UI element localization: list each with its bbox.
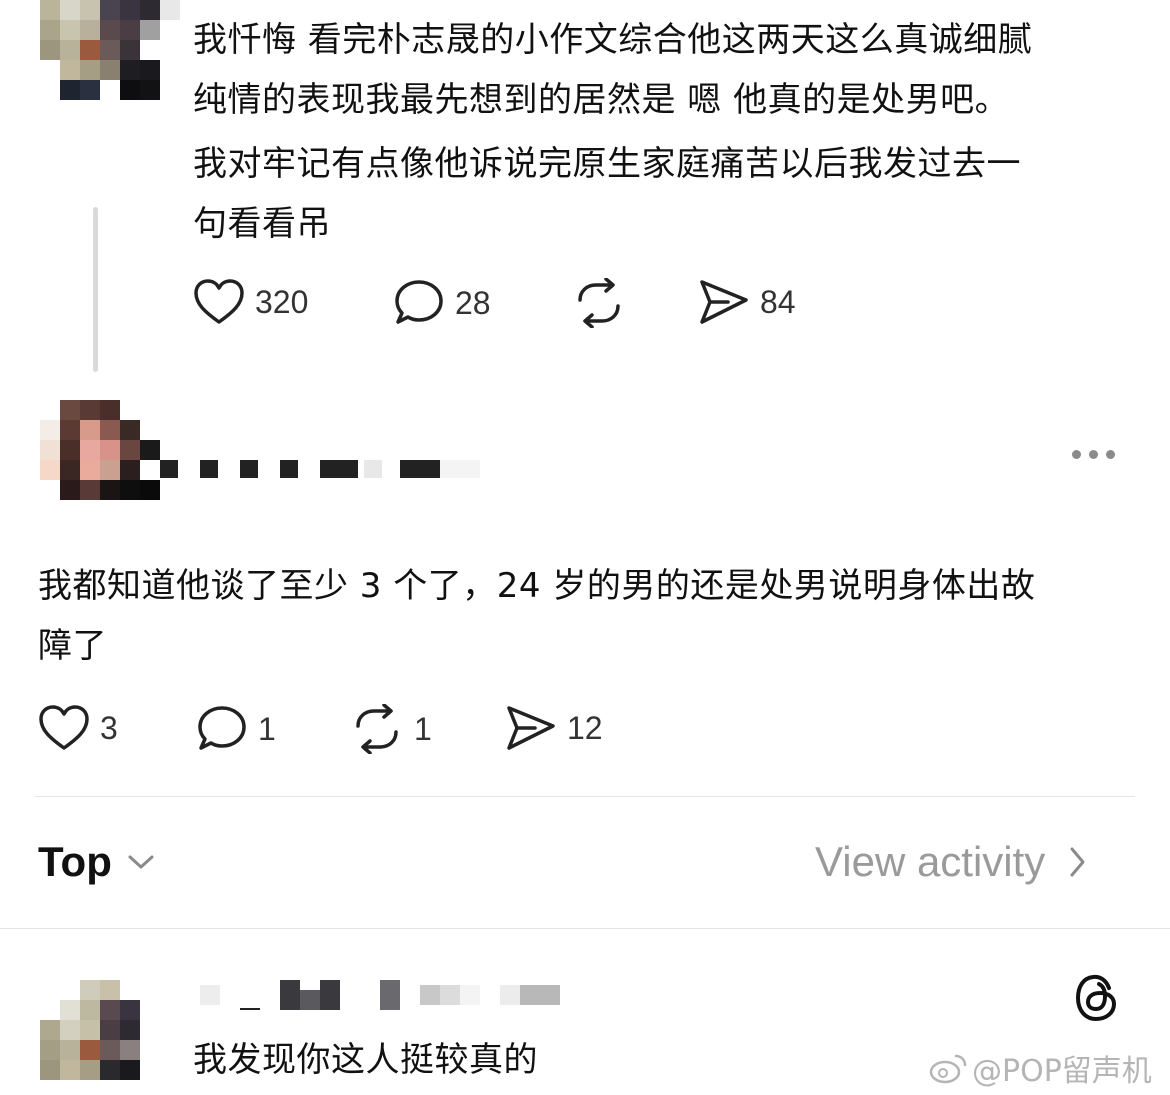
chevron-right-icon [1070, 847, 1085, 877]
comment-button[interactable]: 1 [196, 704, 276, 754]
repost-arrows-icon [356, 704, 398, 754]
like-count: 3 [100, 709, 118, 746]
like-count: 320 [255, 283, 309, 320]
threads-logo-icon[interactable] [1074, 972, 1120, 1024]
avatar-blurred[interactable] [40, 0, 180, 100]
post-text: 我发现你这人挺较真的 [193, 1040, 538, 1080]
more-options-button[interactable] [1072, 450, 1115, 459]
weibo-logo-icon [929, 1054, 967, 1084]
post-text-line: 句看看吊 [193, 204, 331, 244]
comment-button[interactable]: 28 [393, 278, 491, 328]
thread-connector-line [93, 207, 98, 372]
speech-bubble-icon [395, 280, 443, 324]
like-button[interactable]: 3 [38, 704, 118, 752]
post-text-line: 障了 [38, 626, 107, 666]
post-text-line: 我忏悔 看完朴志晟的小作文综合他这两天这么真诚细腻 [193, 20, 1033, 60]
speech-bubble-icon [198, 706, 246, 750]
divider [35, 796, 1135, 797]
heart-icon [194, 279, 244, 324]
username-blurred[interactable] [160, 460, 480, 478]
share-button[interactable]: 12 [505, 704, 603, 752]
more-dot [1089, 450, 1098, 459]
post-text-line: 纯情的表现我最先想到的居然是 嗯 他真的是处男吧。 [193, 80, 1010, 120]
section-separator [0, 928, 1170, 929]
more-dots-icon [1072, 450, 1081, 459]
share-button[interactable]: 84 [698, 278, 796, 326]
send-icon [507, 706, 555, 750]
repost-button[interactable] [572, 278, 626, 328]
more-dot [1106, 450, 1115, 459]
view-activity-label: View activity [815, 838, 1046, 885]
watermark-text: @POP留声机 [972, 1054, 1152, 1089]
avatar-blurred[interactable] [40, 980, 160, 1080]
like-button[interactable]: 320 [193, 278, 308, 326]
sort-label: Top [38, 838, 112, 885]
comment-count: 28 [455, 284, 491, 321]
username-blurred[interactable] [200, 980, 560, 1010]
post-text-line: 我都知道他谈了至少 3 个了，24 岁的男的还是处男说明身体出故 [38, 566, 1036, 606]
post-text-line: 我对牢记有点像他诉说完原生家庭痛苦以后我发过去一 [193, 144, 1021, 184]
watermark: @POP留声机 [928, 1046, 1152, 1090]
repost-arrows-icon [578, 278, 620, 328]
avatar-blurred[interactable] [40, 400, 180, 500]
repost-button[interactable]: 1 [350, 704, 432, 754]
chevron-down-icon [128, 855, 154, 869]
share-count: 84 [760, 283, 796, 320]
repost-count: 1 [414, 710, 432, 747]
sort-dropdown[interactable]: Top [38, 838, 156, 886]
share-count: 12 [567, 709, 603, 746]
comment-count: 1 [258, 710, 276, 747]
view-activity-link[interactable]: View activity [815, 838, 1087, 886]
heart-icon [39, 705, 89, 750]
send-icon [700, 280, 748, 324]
